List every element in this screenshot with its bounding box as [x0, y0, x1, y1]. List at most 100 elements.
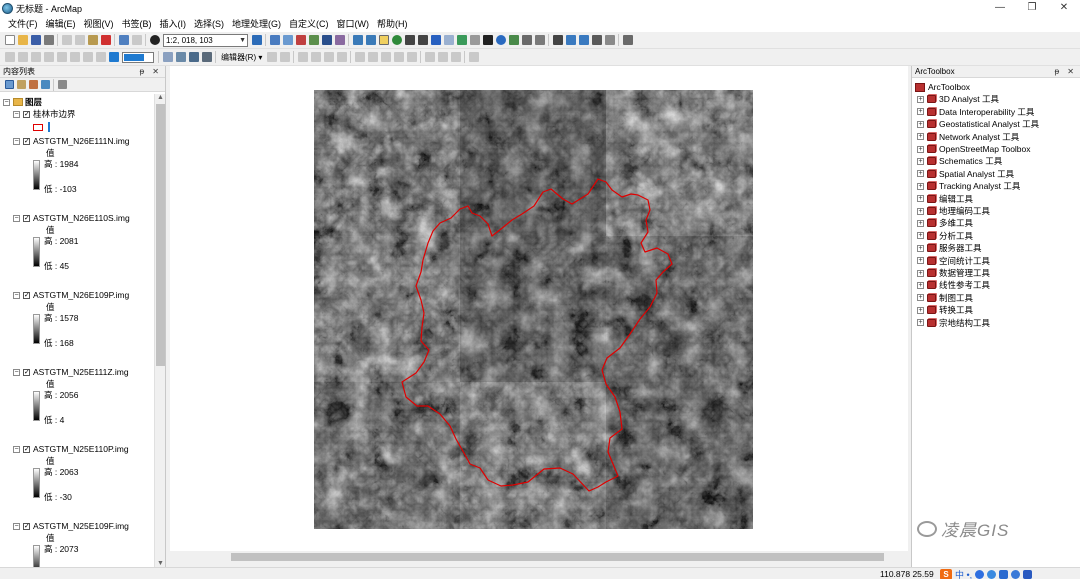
scroll-right-icon[interactable] [896, 551, 908, 563]
toc-pin-close[interactable]: ᵽ ✕ [140, 66, 162, 78]
print-icon[interactable] [43, 35, 54, 45]
polygon-symbol-icon[interactable] [33, 123, 43, 131]
edit-vertices-icon[interactable] [354, 52, 365, 62]
copy-icon[interactable] [74, 35, 85, 45]
fixed-zoom-in-icon[interactable] [404, 35, 415, 45]
collapse-icon[interactable]: − [13, 110, 20, 118]
pan-icon[interactable] [378, 35, 389, 45]
hyperlink-icon[interactable] [508, 35, 519, 45]
expand-icon[interactable]: + [917, 157, 924, 165]
arctoolbox-root[interactable]: ArcToolbox [915, 81, 970, 93]
toolbox-item[interactable]: + 多维工具 [917, 217, 973, 229]
clear-selection-icon[interactable] [469, 35, 480, 45]
georef-icon[interactable] [4, 52, 15, 62]
expand-icon[interactable]: + [917, 219, 924, 227]
toolbox-item[interactable]: + 数据管理工具 [917, 267, 990, 279]
go-to-xy-icon[interactable] [578, 35, 589, 45]
georef-shift-icon[interactable] [43, 52, 54, 62]
menu-view[interactable]: 视图(V) [80, 16, 118, 32]
sketch-properties-icon[interactable] [437, 52, 448, 62]
toolbox-item[interactable]: + 宗地结构工具 [917, 317, 990, 329]
time-slider-icon[interactable] [591, 35, 602, 45]
save-icon[interactable] [30, 35, 41, 45]
editor-toolbar-icon[interactable] [251, 35, 262, 45]
ime-skin-icon[interactable] [1011, 569, 1021, 579]
rotate-icon[interactable] [406, 52, 417, 62]
georef-update-icon[interactable] [95, 52, 106, 62]
end-point-arc-icon[interactable] [310, 52, 321, 62]
toolbox-item[interactable]: + 制图工具 [917, 292, 973, 304]
ime-emoji-icon[interactable] [975, 569, 985, 579]
layer-visibility-checkbox[interactable]: ✓ [23, 137, 30, 145]
edit-annotation-icon[interactable] [279, 52, 290, 62]
draw-icon[interactable] [162, 52, 173, 62]
forward-extent-icon[interactable] [443, 35, 454, 45]
toolbox-item[interactable]: + Tracking Analyst 工具 [917, 180, 1020, 192]
toolbar-options-icon[interactable] [622, 35, 633, 45]
menu-customize[interactable]: 自定义(C) [285, 16, 333, 32]
toolbox-item[interactable]: + 线性参考工具 [917, 279, 990, 291]
list-by-selection-icon[interactable] [40, 80, 50, 89]
georef-rotate-icon[interactable] [30, 52, 41, 62]
arctoolbox-icon[interactable] [295, 35, 306, 45]
select-features-icon[interactable] [456, 35, 467, 45]
expand-icon[interactable]: + [917, 306, 924, 314]
toolbox-item[interactable]: + 编辑工具 [917, 193, 973, 205]
georef-layer-icon[interactable] [17, 52, 28, 62]
new-document-icon[interactable] [4, 35, 15, 45]
gray-color-ramp[interactable] [33, 545, 40, 567]
edit-tool-icon[interactable] [266, 52, 277, 62]
toc-layer-row[interactable]: − ✓ ASTGTM_N26E111N.img [13, 135, 130, 147]
scroll-down-icon[interactable]: ▼ [155, 560, 166, 567]
minimize-button[interactable]: — [984, 0, 1016, 16]
map-horizontal-scrollbar[interactable] [170, 551, 896, 563]
font-icon[interactable] [201, 52, 212, 62]
list-by-visibility-icon[interactable] [28, 80, 38, 89]
menu-edit[interactable]: 编辑(E) [42, 16, 80, 32]
trace-icon[interactable] [323, 52, 334, 62]
layers-root[interactable]: − 图层 [3, 96, 42, 108]
ime-keyboard-icon[interactable] [999, 569, 1009, 579]
zoom-in-icon[interactable] [352, 35, 363, 45]
menu-selection[interactable]: 选择(S) [190, 16, 228, 32]
expand-icon[interactable]: + [917, 133, 924, 141]
ime-toolbar[interactable]: S 中 •, [940, 568, 1035, 579]
dem-map-canvas[interactable] [170, 66, 908, 551]
toolbox-item[interactable]: + 分析工具 [917, 230, 973, 242]
expand-icon[interactable]: + [917, 244, 924, 252]
toolbox-item[interactable]: + OpenStreetMap Toolbox [917, 143, 1031, 155]
expand-icon[interactable]: + [917, 182, 924, 190]
toolbox-item[interactable]: + 地理编码工具 [917, 205, 990, 217]
toc-layer-row[interactable]: − ✓ ASTGTM_N25E110P.img [13, 443, 129, 455]
find-icon[interactable] [552, 35, 563, 45]
toc-layer-boundary[interactable]: − ✓ 桂林市边界 [13, 108, 76, 120]
search-window-icon[interactable] [321, 35, 332, 45]
scroll-up-icon[interactable]: ▲ [155, 94, 166, 101]
select-elements-icon[interactable] [482, 35, 493, 45]
toc-layer-row[interactable]: − ✓ ASTGTM_N26E109P.img [13, 289, 129, 301]
toc-layer-row[interactable]: − ✓ ASTGTM_N25E111Z.img [13, 366, 129, 378]
expand-icon[interactable]: + [917, 120, 924, 128]
toolbox-item[interactable]: + 转换工具 [917, 304, 973, 316]
toolbox-item[interactable]: +3D Analyst 工具 [917, 93, 999, 105]
delete-icon[interactable] [100, 35, 111, 45]
html-popup-icon[interactable] [521, 35, 532, 45]
cut-icon[interactable] [61, 35, 72, 45]
layer-visibility-checkbox[interactable]: ✓ [23, 214, 30, 222]
back-extent-icon[interactable] [430, 35, 441, 45]
cut-polygons-icon[interactable] [380, 52, 391, 62]
toolbox-item[interactable]: + Schematics 工具 [917, 155, 1002, 167]
map-scale-input[interactable]: 1:2, 018, 103 ▼ [163, 33, 248, 47]
collapse-icon[interactable]: − [13, 368, 20, 376]
collapse-icon[interactable]: − [13, 214, 20, 222]
expand-icon[interactable]: + [917, 108, 924, 116]
collapse-icon[interactable]: − [13, 445, 20, 453]
layer-visibility-checkbox[interactable]: ✓ [23, 522, 30, 530]
toolbox-item[interactable]: + Network Analyst 工具 [917, 131, 1019, 143]
toolbox-item[interactable]: + 空间统计工具 [917, 255, 990, 267]
toolbox-item[interactable]: + Geostatistical Analyst 工具 [917, 118, 1039, 130]
toc-options-icon[interactable] [57, 80, 67, 89]
gray-color-ramp[interactable] [33, 160, 40, 190]
list-by-source-icon[interactable] [16, 80, 26, 89]
expand-icon[interactable]: + [917, 257, 924, 265]
